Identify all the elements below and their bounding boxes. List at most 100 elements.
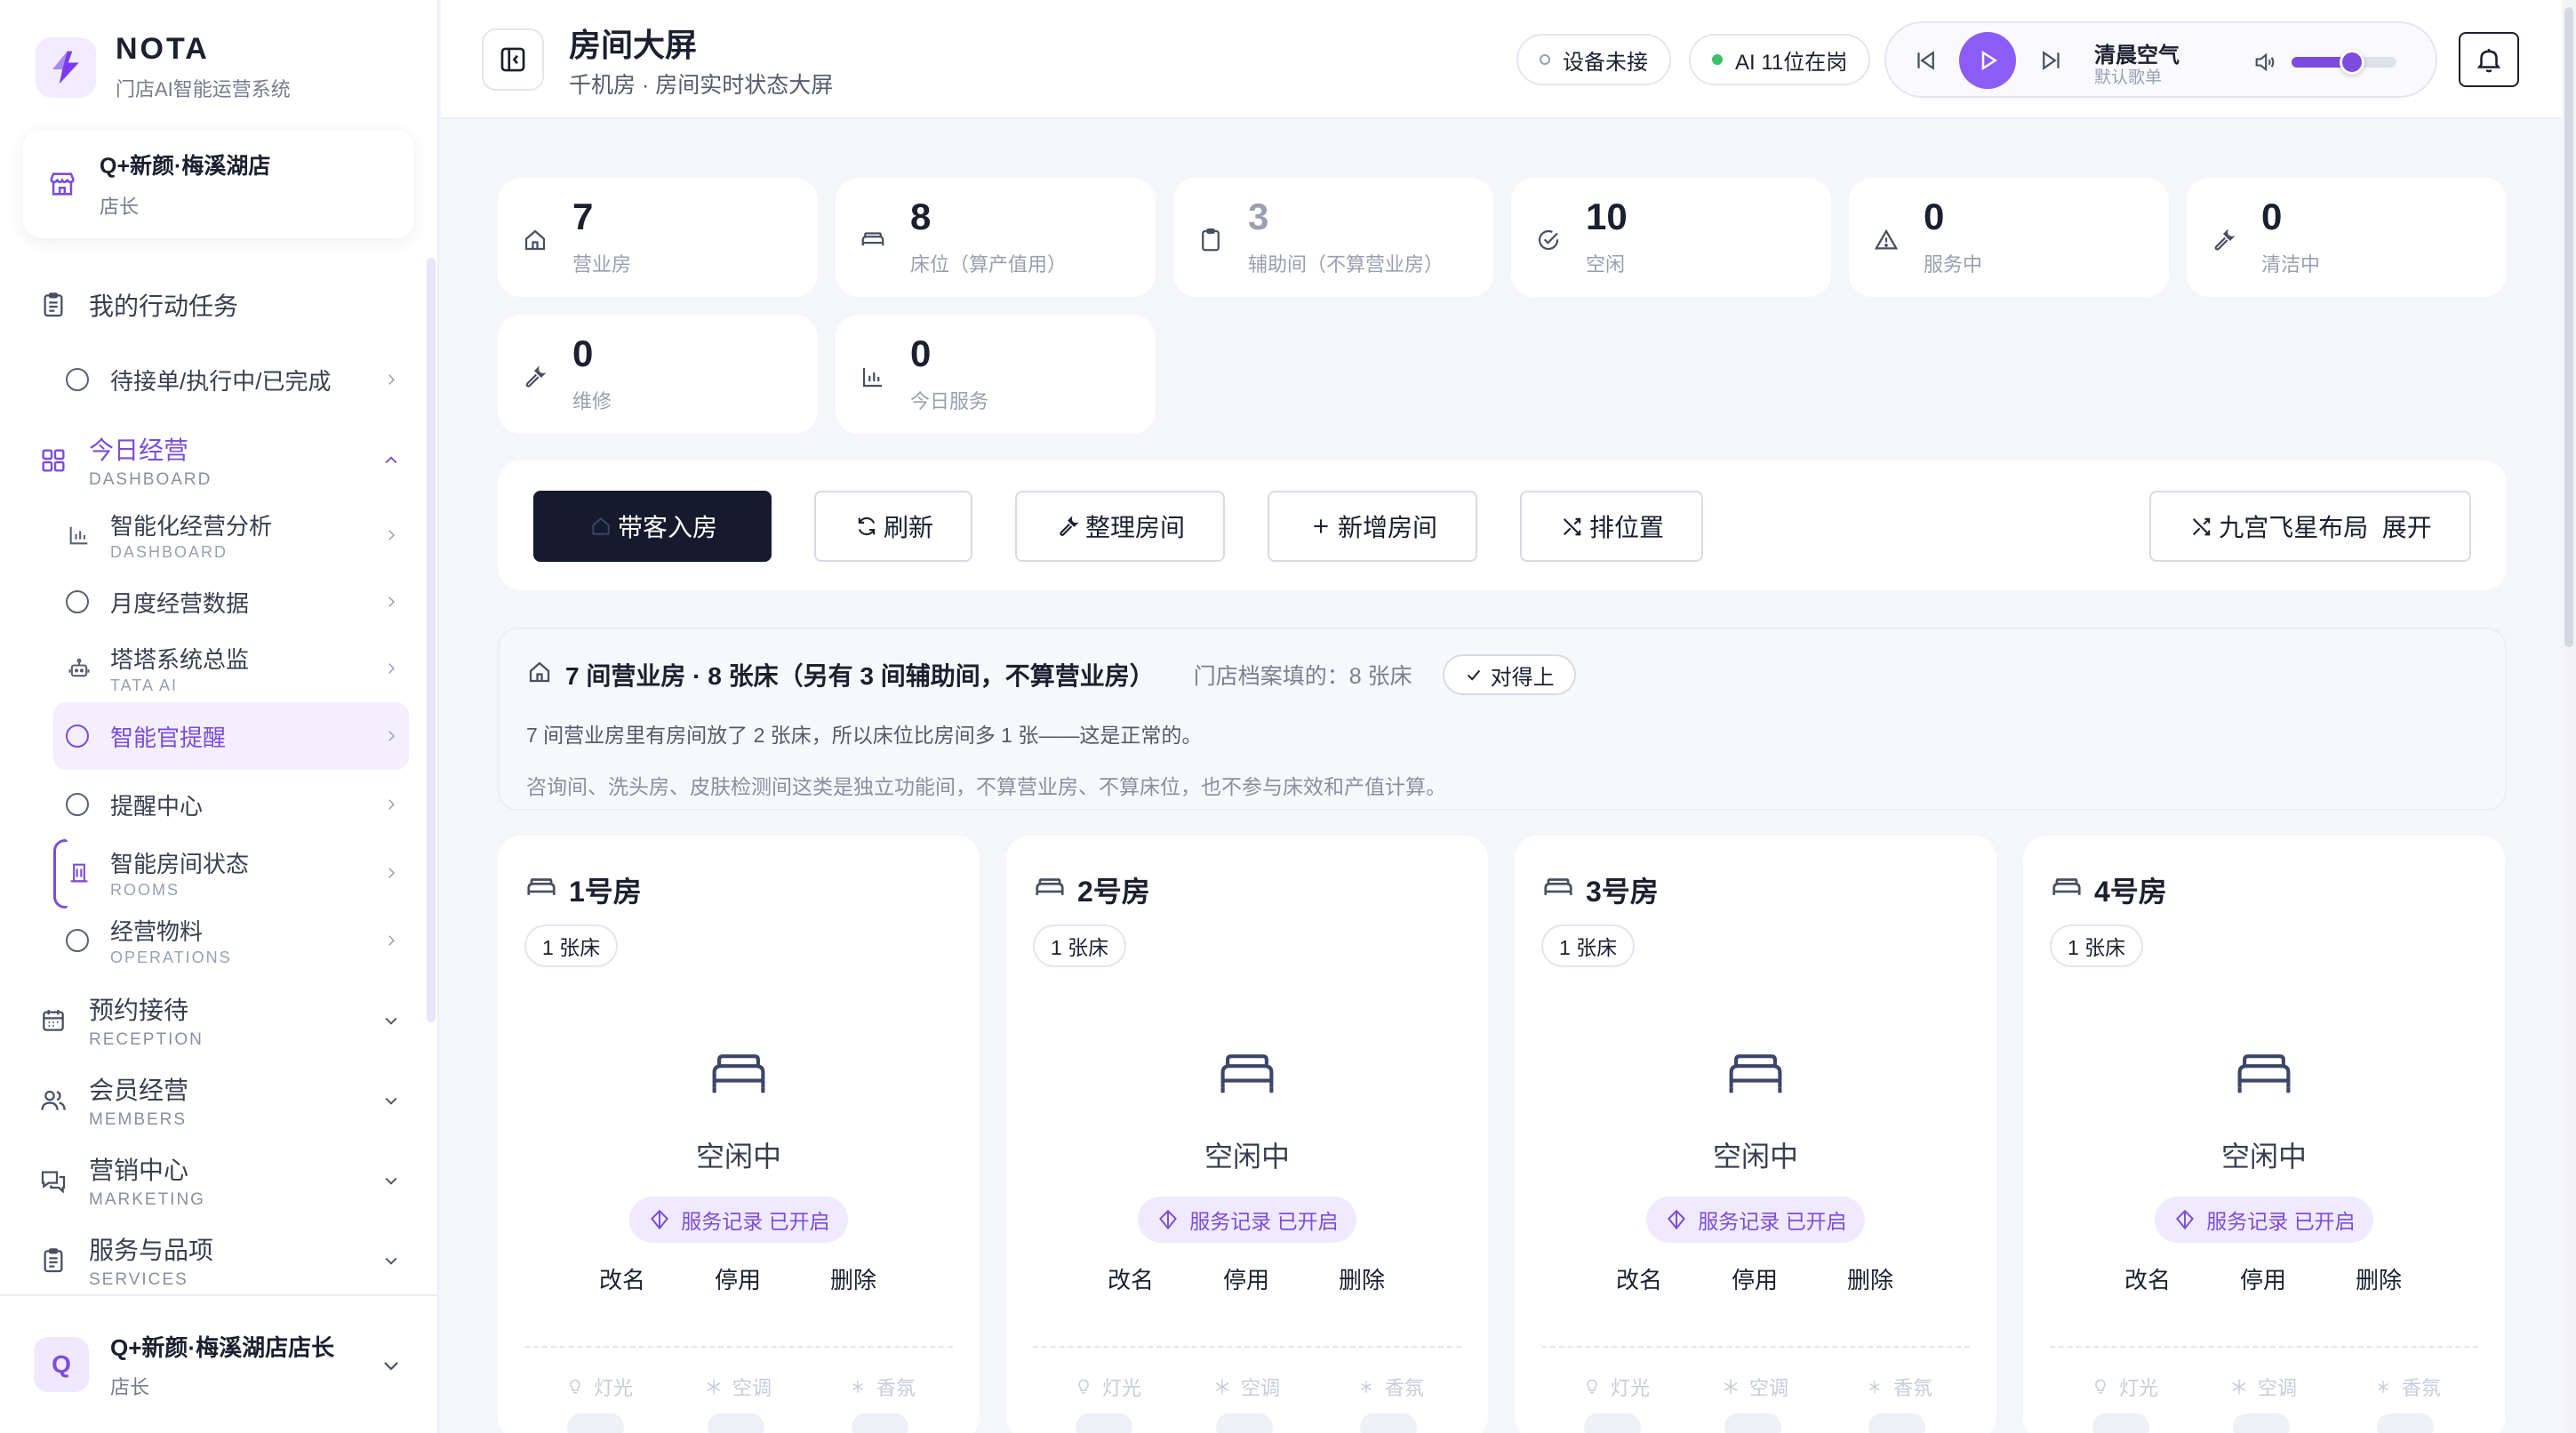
light-toggle[interactable] — [1076, 1413, 1132, 1433]
nav-my-tasks[interactable]: 我的行动任务 — [0, 283, 427, 327]
nine-palace-layout-button[interactable]: 九宫飞星布局 展开 — [2149, 491, 2471, 562]
nav-room-status[interactable]: 智能房间状态 ROOMS — [0, 848, 427, 899]
nav-smart-analysis[interactable]: 智能化经营分析 DASHBOARD — [0, 510, 427, 561]
rename-button[interactable]: 改名 — [599, 1262, 645, 1295]
ac-toggle[interactable] — [708, 1413, 764, 1433]
refresh-label: 刷新 — [883, 514, 933, 541]
brand[interactable]: NOTA 门店AI智能运营系统 — [36, 32, 291, 102]
bed-count-badge: 1 张床 — [2050, 925, 2144, 967]
aroma-toggle[interactable] — [1868, 1413, 1925, 1433]
volume-icon[interactable] — [2251, 48, 2279, 76]
service-record-badge[interactable]: 服务记录 已开启 — [1138, 1197, 1356, 1243]
ac-control[interactable]: 空调 — [704, 1373, 772, 1401]
disable-button[interactable]: 停用 — [1223, 1262, 1269, 1295]
users-icon — [36, 1083, 71, 1118]
disable-button[interactable]: 停用 — [715, 1262, 761, 1295]
service-record-badge[interactable]: 服务记录 已开启 — [2155, 1197, 2373, 1243]
rename-button[interactable]: 改名 — [1616, 1262, 1662, 1295]
ac-toggle[interactable] — [1724, 1413, 1781, 1433]
sidebar-toggle-button[interactable] — [482, 28, 544, 91]
device-status-chip[interactable]: 设备未接 — [1516, 34, 1671, 85]
page-scrollbar-thumb[interactable] — [2564, 7, 2573, 647]
user-menu[interactable]: Q Q+新颜·梅溪湖店店长 店长 — [0, 1294, 439, 1433]
nav-marketing[interactable]: 营销中心 MARKETING — [0, 1152, 427, 1209]
shield-icon — [647, 1207, 672, 1232]
match-label: 对得上 — [1490, 665, 1555, 690]
nav-tata-director[interactable]: 塔塔系统总监 TATA AI — [0, 644, 427, 694]
snowflake-icon — [2229, 1377, 2249, 1397]
light-toggle[interactable] — [2092, 1413, 2149, 1433]
aroma-control[interactable]: 香氛 — [1356, 1373, 1424, 1401]
archive-bed-count: 门店档案填的：8 张床 — [1193, 664, 1412, 689]
room-status: 空闲中 — [695, 1141, 781, 1173]
light-control[interactable]: 灯光 — [565, 1373, 633, 1401]
nav-reception[interactable]: 预约接待 RECEPTION — [0, 992, 427, 1049]
nav-operations[interactable]: 经营物料 OPERATIONS — [0, 916, 427, 966]
brand-name: NOTA — [116, 32, 210, 66]
light-toggle[interactable] — [1584, 1413, 1641, 1433]
skip-back-icon[interactable] — [1906, 41, 1945, 80]
light-control[interactable]: 灯光 — [1074, 1373, 1141, 1401]
chevron-down-icon — [380, 1090, 402, 1111]
delete-button[interactable]: 删除 — [1847, 1262, 1893, 1295]
nav-smart-reminder[interactable]: 智能官提醒 — [0, 714, 427, 758]
room-card[interactable]: 3号房 1 张床 空闲中 服务记录 已开启 改名 停用 删除 灯光 空调 香氛 — [1515, 836, 1996, 1433]
skip-forward-icon[interactable] — [2032, 41, 2071, 80]
aroma-toggle[interactable] — [852, 1413, 908, 1433]
aroma-toggle[interactable] — [2377, 1413, 2434, 1433]
room-card[interactable]: 2号房 1 张床 空闲中 服务记录 已开启 改名 停用 删除 灯光 空调 香氛 — [1006, 836, 1488, 1433]
disable-button[interactable]: 停用 — [1732, 1262, 1778, 1295]
nav-reception-label-en: RECEPTION — [89, 1030, 204, 1049]
rename-button[interactable]: 改名 — [1108, 1262, 1154, 1295]
aroma-control[interactable]: 香氛 — [2373, 1373, 2441, 1401]
disable-button[interactable]: 停用 — [2240, 1262, 2286, 1295]
refresh-button[interactable]: 刷新 — [814, 491, 972, 562]
volume-slider[interactable] — [2292, 50, 2396, 75]
bed-icon — [1541, 871, 1575, 909]
nav-task-status[interactable]: 待接单/执行中/已完成 — [0, 357, 427, 402]
ac-toggle[interactable] — [2233, 1413, 2290, 1433]
delete-button[interactable]: 删除 — [2356, 1262, 2402, 1295]
delete-button[interactable]: 删除 — [1339, 1262, 1385, 1295]
sidebar-scrollbar[interactable] — [427, 258, 436, 1022]
notification-button[interactable] — [2459, 32, 2519, 87]
service-record-badge[interactable]: 服务记录 已开启 — [629, 1197, 848, 1243]
ai-status-chip[interactable]: AI 11位在岗 — [1689, 34, 1871, 85]
aroma-toggle[interactable] — [1360, 1413, 1417, 1433]
add-room-button[interactable]: 新增房间 — [1268, 491, 1477, 562]
tidy-room-button[interactable]: 整理房间 — [1015, 491, 1225, 562]
plus-icon — [1308, 513, 1334, 540]
ac-control[interactable]: 空调 — [1212, 1373, 1280, 1401]
nav-services[interactable]: 服务与品项 SERVICES — [0, 1232, 427, 1289]
page-scrollbar[interactable] — [2562, 0, 2576, 1433]
status-dot-icon — [1712, 54, 1723, 65]
aroma-control[interactable]: 香氛 — [848, 1373, 916, 1401]
check-in-button[interactable]: 带客入房 — [533, 491, 772, 562]
room-card[interactable]: 1号房 1 张床 空闲中 服务记录 已开启 改名 停用 删除 灯光 空调 香氛 — [498, 836, 980, 1433]
store-card[interactable]: Q+新颜·梅溪湖店 店长 — [23, 130, 414, 238]
light-control[interactable]: 灯光 — [2091, 1373, 2158, 1401]
ac-toggle[interactable] — [1216, 1413, 1273, 1433]
arrange-button[interactable]: 排位置 — [1520, 491, 1703, 562]
nav-monthly-data[interactable]: 月度经营数据 — [0, 580, 427, 624]
summary-explanation: 7 间营业房里有房间放了 2 张床，所以床位比房间多 1 张——这是正常的。 — [526, 724, 1203, 747]
volume-handle[interactable] — [2340, 50, 2365, 75]
service-record-badge[interactable]: 服务记录 已开启 — [1646, 1197, 1865, 1243]
play-button[interactable] — [1959, 32, 2016, 89]
stat-value: 10 — [1586, 196, 1628, 237]
ac-control[interactable]: 空调 — [1721, 1373, 1788, 1401]
light-toggle[interactable] — [567, 1413, 624, 1433]
nav-members[interactable]: 会员经营 MEMBERS — [0, 1072, 427, 1129]
nav-dashboard[interactable]: 今日经营 DASHBOARD — [0, 432, 427, 489]
device-status-label: 设备未接 — [1563, 50, 1648, 75]
bed-icon — [524, 871, 558, 909]
light-control[interactable]: 灯光 — [1582, 1373, 1650, 1401]
delete-button[interactable]: 删除 — [830, 1262, 876, 1295]
room-card[interactable]: 4号房 1 张床 空闲中 服务记录 已开启 改名 停用 删除 灯光 空调 香氛 — [2023, 836, 2505, 1433]
shuffle-icon — [2188, 513, 2215, 540]
nav-reminder-center[interactable]: 提醒中心 — [0, 782, 427, 827]
ac-control[interactable]: 空调 — [2229, 1373, 2297, 1401]
aroma-control[interactable]: 香氛 — [1865, 1373, 1932, 1401]
room-name: 4号房 — [2094, 876, 2167, 908]
rename-button[interactable]: 改名 — [2124, 1262, 2171, 1295]
